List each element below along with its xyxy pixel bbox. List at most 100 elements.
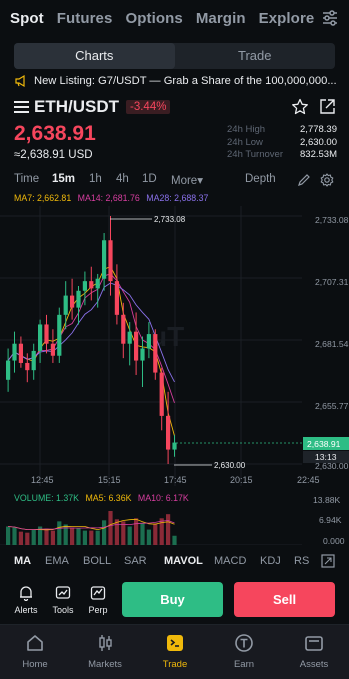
volume-bar [70,527,75,545]
menu-icon[interactable] [14,101,29,113]
x-tick: 17:45 [164,475,187,485]
nav-futures[interactable]: Futures [57,10,113,27]
volume-bar [31,529,36,545]
ticker-text: New Listing: G7/USDT — Grab a Share of t… [34,75,336,87]
candle-body [89,281,94,289]
volume-bar [108,511,113,545]
tab-home[interactable]: Home [0,633,70,670]
vol-ma5-line [8,518,175,531]
nav-spot[interactable]: Spot [10,10,44,27]
wallet-icon [305,636,323,651]
y-tick: 2,655.77 [315,401,349,411]
pair-header: ETH/USDT -3.44% [14,96,336,118]
perp-button[interactable]: Perp [83,585,113,615]
candle-body [121,314,126,344]
high-label: 2,733.08 [154,215,186,224]
share-icon[interactable] [319,98,336,115]
candle-body [38,324,43,351]
pair-change-badge: -3.44% [126,100,171,114]
stat-label: 24h Low [227,136,263,148]
nav-options[interactable]: Options [125,10,182,27]
x-tick: 12:45 [31,475,54,485]
nav-margin[interactable]: Margin [196,10,246,27]
tab-trade[interactable]: Trade [140,633,210,670]
stat-high: 24h High 2,778.39 [227,124,337,137]
ind-rsi[interactable]: RS [294,555,309,567]
tab-charts[interactable]: Charts [14,43,175,69]
x-axis-labels: 12:45 15:15 17:45 20:15 22:45 [31,475,320,485]
alerts-button[interactable]: Alerts [11,585,41,615]
tab-trade[interactable]: Trade [175,43,336,69]
candlestick-chart[interactable]: uT 2,733.08 2,707.31 2,681.54 2,655.77 2… [0,206,349,491]
ind-kdj[interactable]: KDJ [260,555,281,567]
volume-bar [18,531,23,545]
volume-bar [153,523,158,545]
tf-1d[interactable]: 1D [142,173,157,185]
ma7-value: MA7: 2,662.81 [14,193,72,203]
settings-icon[interactable] [320,173,334,187]
tf-15m[interactable]: 15m [52,173,75,185]
candle-body [6,360,11,380]
ind-mavol[interactable]: MAVOL [164,555,203,567]
candle-body [140,348,145,361]
action-bar: Alerts Tools Perp Buy Sell [0,582,349,620]
volume-bar [76,528,81,545]
volume-bar [12,527,17,545]
y-tick: 2,707.31 [315,277,349,287]
ma28-value: MA28: 2,688.37 [146,193,209,203]
volume-bar [166,514,171,545]
announcement-ticker[interactable]: New Listing: G7/USDT — Grab a Share of t… [14,72,336,90]
star-icon[interactable] [291,98,309,116]
buy-button[interactable]: Buy [122,582,223,617]
candle-body [82,281,87,291]
candle-body [134,331,139,361]
ind-boll[interactable]: BOLL [83,555,111,567]
vol-y-tick: 6.94K [319,515,342,525]
stats-24h: 24h High 2,778.39 24h Low 2,630.00 24h Tur… [227,124,337,162]
tf-1h[interactable]: 1h [89,173,102,185]
volume-bar [146,529,151,545]
ind-ma[interactable]: MA [14,555,31,567]
volume-bar [121,521,126,545]
fiat-price: ≈2,638.91 USD [14,149,93,161]
last-price: 2,638.91 [14,122,96,145]
candle-body [31,350,36,371]
nav-explore[interactable]: Explore [259,10,315,27]
candles-icon [99,635,112,651]
candle-body [76,290,81,308]
sliders-icon[interactable] [321,9,339,27]
expand-icon[interactable] [321,554,335,568]
top-nav: Spot Futures Options Margin Explore [0,0,349,36]
candle-body [50,343,55,356]
sell-button[interactable]: Sell [234,582,335,617]
tab-earn[interactable]: Earn [209,633,279,670]
draw-pencil-icon[interactable] [297,173,311,187]
tools-label: Tools [52,605,74,615]
ind-macd[interactable]: MACD [214,555,246,567]
candle-body [114,281,119,315]
pair-symbol[interactable]: ETH/USDT [34,97,119,117]
stat-low: 24h Low 2,630.00 [227,137,337,150]
candle-body [63,295,68,315]
tab-assets[interactable]: Assets [279,633,349,670]
candle-body [172,442,177,450]
stat-value: 832.53M [300,149,337,160]
tf-4h[interactable]: 4h [116,173,129,185]
tab-markets[interactable]: Markets [70,633,140,670]
volume-bar [25,532,30,545]
candle-body [44,324,49,344]
tab-label: Trade [162,659,188,670]
stat-turnover: 24h Turnover 832.53M [227,149,337,162]
ind-ema[interactable]: EMA [45,555,69,567]
tf-more[interactable]: More▾ [171,173,203,187]
volume-bar [57,521,62,545]
tf-depth[interactable]: Depth [245,173,276,185]
vol-ma5-value: MA5: 6.36K [85,493,132,503]
volume-bar [6,526,11,545]
tf-time[interactable]: Time [14,173,39,185]
volume-bar [50,530,55,545]
x-tick: 15:15 [98,475,121,485]
vol-y-tick: 0.000 [323,536,345,545]
ind-sar[interactable]: SAR [124,555,147,567]
tools-button[interactable]: Tools [48,585,78,615]
